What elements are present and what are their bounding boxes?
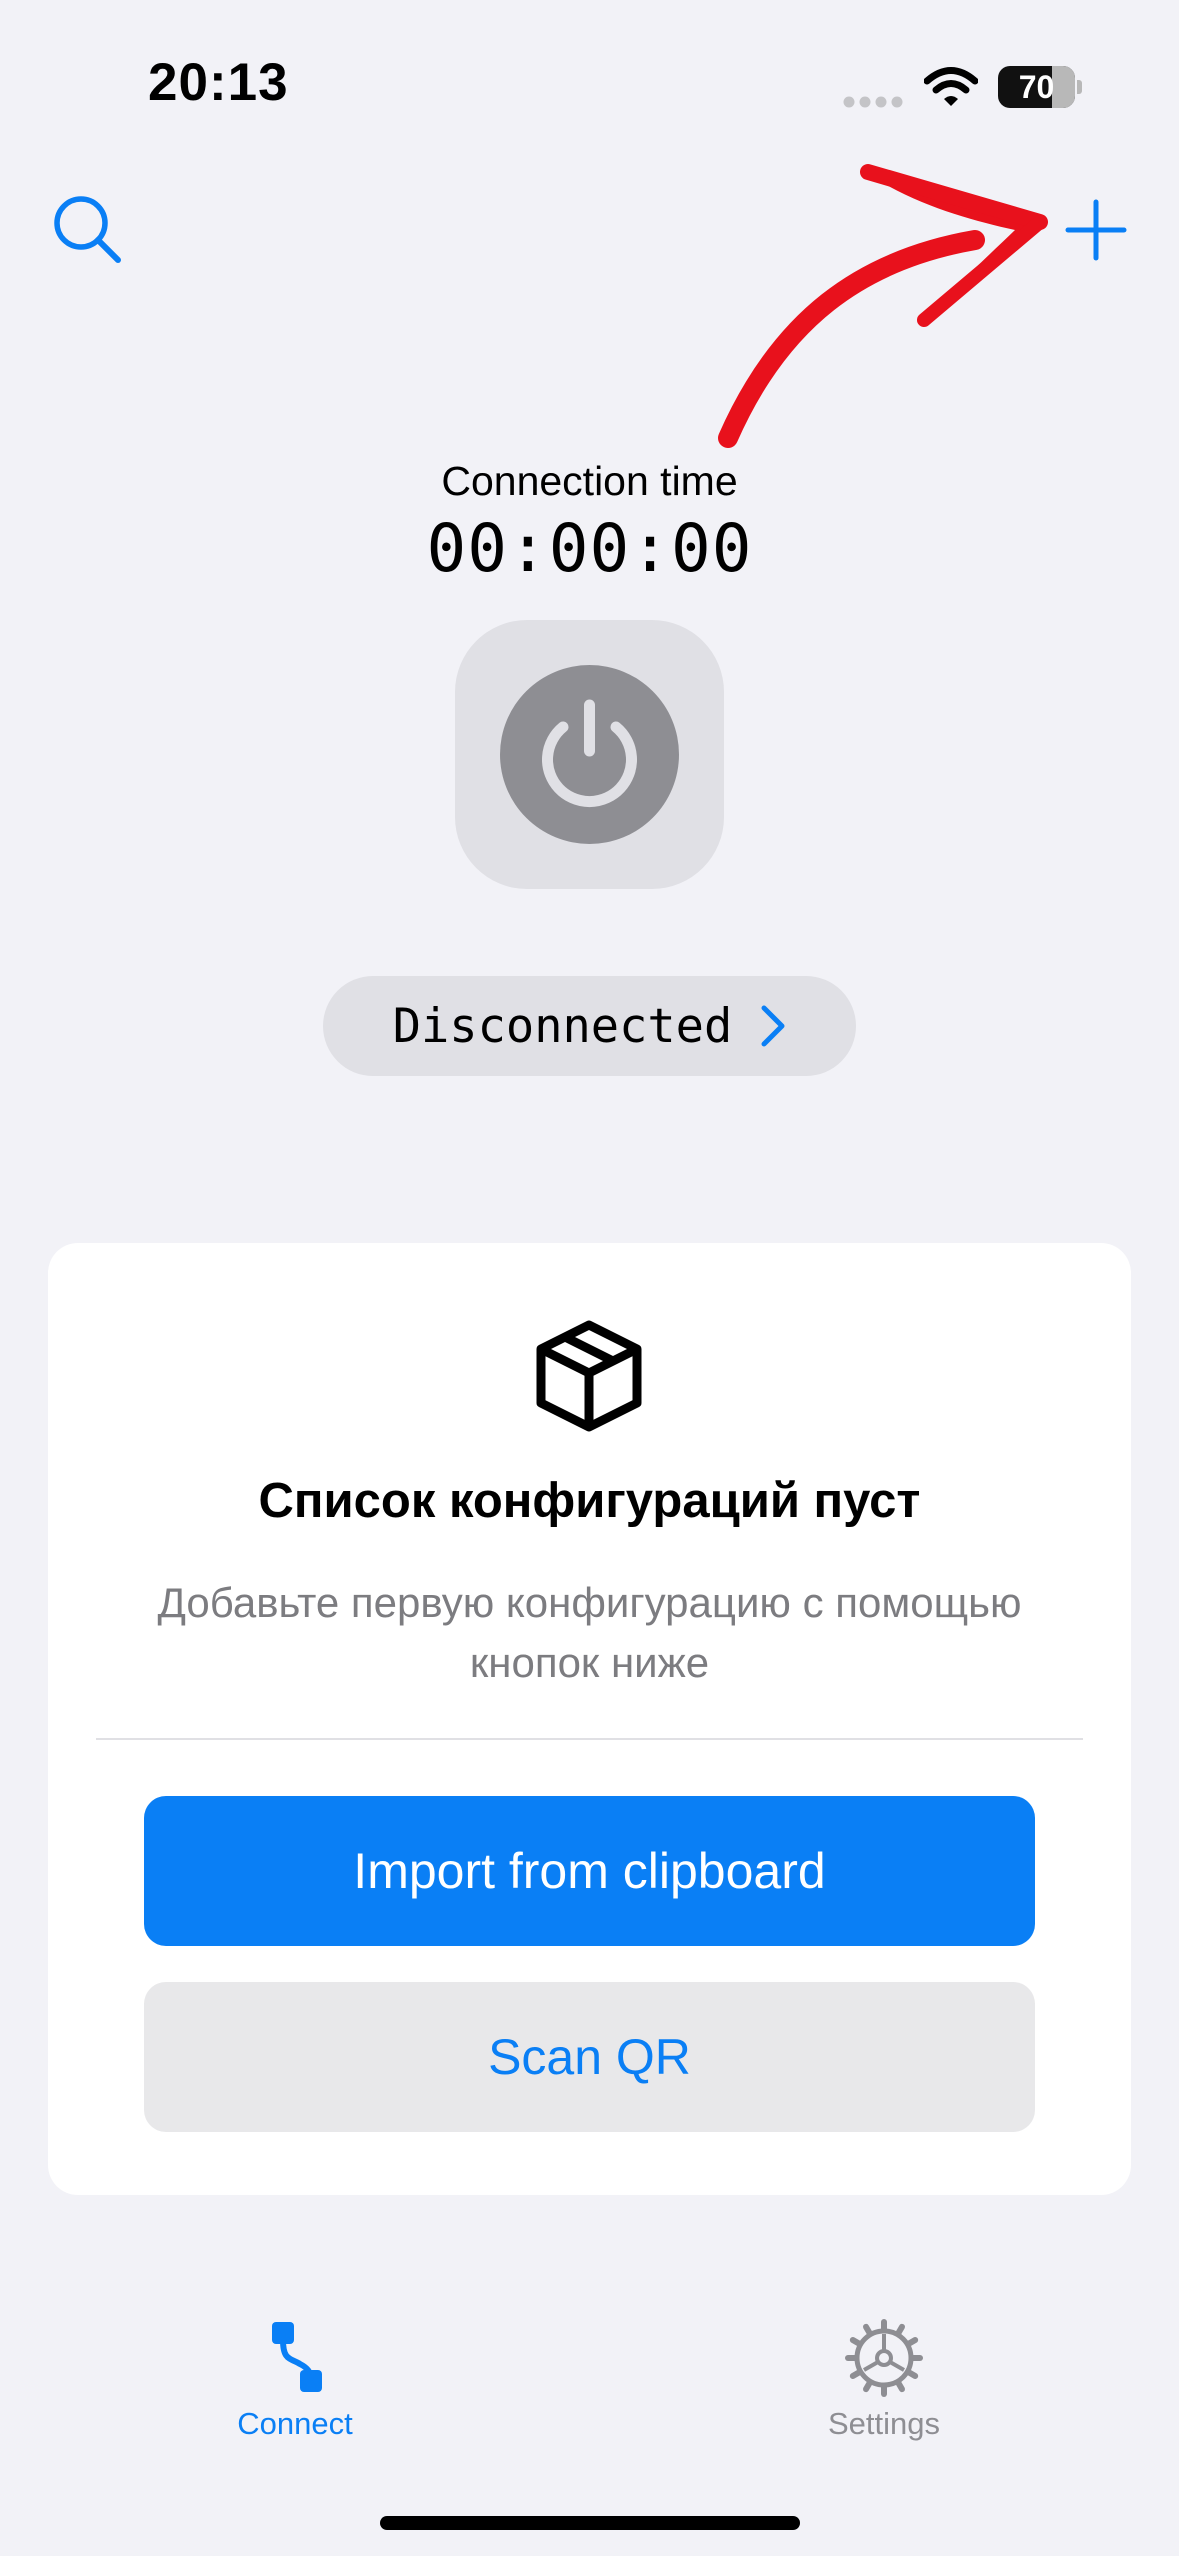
home-indicator [380, 2516, 800, 2530]
gear-tooth [863, 2323, 873, 2336]
status-time: 20:13 [148, 53, 289, 112]
connection-time-label: Connection time [441, 458, 738, 504]
cellular-dots-icon [843, 96, 903, 108]
add-config-button[interactable] [1058, 192, 1134, 268]
box-icon [536, 1320, 642, 1432]
gear-tooth [849, 2369, 862, 2379]
gear-tooth [863, 2380, 873, 2393]
plus-icon [1065, 199, 1127, 261]
gear-tooth [895, 2380, 905, 2393]
battery-icon: 70 [998, 66, 1075, 108]
search-button[interactable] [50, 192, 126, 268]
gear-tooth [895, 2323, 905, 2336]
tab-connect[interactable]: Connect [165, 2318, 425, 2458]
scan-qr-button[interactable]: Scan QR [144, 1982, 1035, 2132]
power-circle [500, 665, 679, 844]
search-icon [54, 196, 121, 263]
connect-icon [272, 2322, 322, 2392]
connection-status-button[interactable]: Disconnected [323, 976, 856, 1076]
battery-percent: 70 [1018, 69, 1055, 105]
empty-state-subtitle: Добавьте первую конфигурацию с помощью к… [157, 1579, 1022, 1686]
battery-tip [1077, 80, 1082, 94]
connection-timer: 00:00:00 [426, 510, 753, 587]
power-button[interactable] [455, 620, 724, 889]
empty-state-card: Список конфигураций пуст Добавьте первую… [48, 1243, 1131, 2195]
wifi-icon [924, 67, 978, 106]
divider [96, 1738, 1083, 1740]
tab-connect-label: Connect [237, 2406, 353, 2441]
chevron-right-icon [761, 1005, 785, 1047]
gear-tooth [906, 2369, 919, 2379]
empty-state-title: Список конфигураций пуст [258, 1474, 921, 1528]
gear-tooth [849, 2337, 862, 2347]
import-from-clipboard-button[interactable]: Import from clipboard [144, 1796, 1035, 1946]
gear-tooth [906, 2337, 919, 2347]
power-icon [542, 699, 637, 808]
gear-icon [845, 2319, 923, 2397]
tab-settings-label: Settings [827, 2406, 940, 2441]
connection-status-label: Disconnected [392, 998, 733, 1054]
tab-settings[interactable]: Settings [754, 2318, 1014, 2458]
